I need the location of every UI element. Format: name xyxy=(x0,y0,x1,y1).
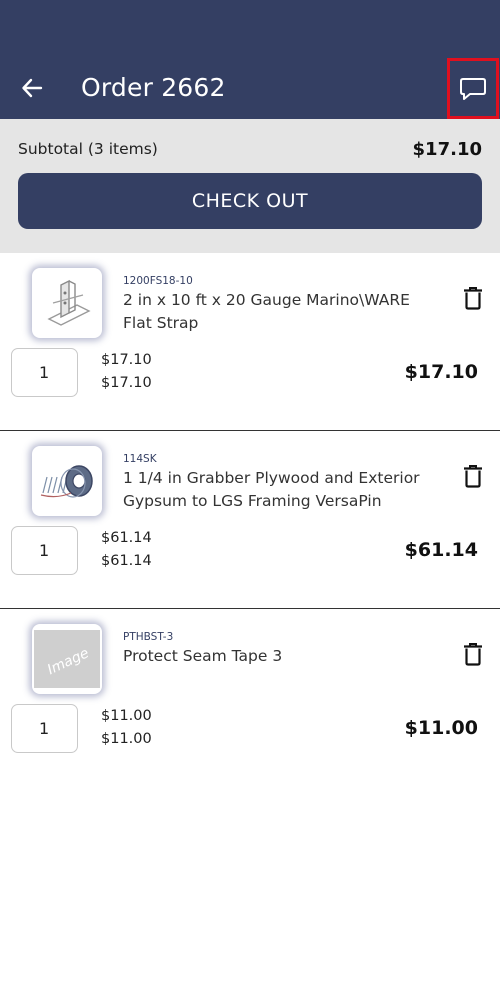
quantity-input[interactable]: 1 xyxy=(11,704,78,753)
item-name: 2 in x 10 ft x 20 Gauge Marino\WARE Flat… xyxy=(123,291,410,332)
subtotal-label: Subtotal (3 items) xyxy=(18,140,158,158)
extended-price: $61.14 xyxy=(101,553,152,569)
item-name: Protect Seam Tape 3 xyxy=(123,647,283,665)
chat-bubble-icon xyxy=(460,77,486,100)
cart-item: 114SK 1 1/4 in Grabber Plywood and Exter… xyxy=(0,431,500,609)
flat-strap-image xyxy=(47,279,91,326)
line-total: $11.00 xyxy=(404,717,478,739)
delete-item-button[interactable] xyxy=(462,464,484,488)
item-name: 1 1/4 in Grabber Plywood and Exterior Gy… xyxy=(123,469,420,510)
item-sku: 114SK xyxy=(123,453,157,465)
extended-price: $17.10 xyxy=(101,375,152,391)
page-title: Order 2662 xyxy=(81,73,226,102)
checkout-button[interactable]: CHECK OUT xyxy=(18,173,482,229)
cart-item: Image PTHBST-3 Protect Seam Tape 3 1 $11… xyxy=(0,609,500,787)
product-image[interactable] xyxy=(32,268,102,338)
line-total: $61.14 xyxy=(404,539,478,561)
arrow-left-icon xyxy=(22,78,43,98)
product-image[interactable] xyxy=(32,446,102,516)
delete-item-button[interactable] xyxy=(462,286,484,310)
trash-icon xyxy=(464,465,482,488)
quantity-input[interactable]: 1 xyxy=(11,526,78,575)
product-image[interactable]: Image xyxy=(32,624,102,694)
subtotal-value: $17.10 xyxy=(412,139,482,160)
screw-coil-image xyxy=(40,465,93,498)
extended-price: $11.00 xyxy=(101,731,152,747)
trash-icon xyxy=(464,643,482,666)
back-button[interactable] xyxy=(16,72,48,104)
unit-price: $61.14 xyxy=(101,530,152,546)
cart-item: 1200FS18-10 2 in x 10 ft x 20 Gauge Mari… xyxy=(0,253,500,431)
item-sku: PTHBST-3 xyxy=(123,631,174,643)
quantity-input[interactable]: 1 xyxy=(11,348,78,397)
trash-icon xyxy=(464,287,482,310)
line-total: $17.10 xyxy=(404,361,478,383)
unit-price: $17.10 xyxy=(101,352,152,368)
item-sku: 1200FS18-10 xyxy=(123,275,193,287)
app-header: Order 2662 xyxy=(0,0,500,119)
chat-button[interactable] xyxy=(447,58,499,119)
unit-price: $11.00 xyxy=(101,708,152,724)
delete-item-button[interactable] xyxy=(462,642,484,666)
placeholder-image: Image xyxy=(34,630,100,688)
